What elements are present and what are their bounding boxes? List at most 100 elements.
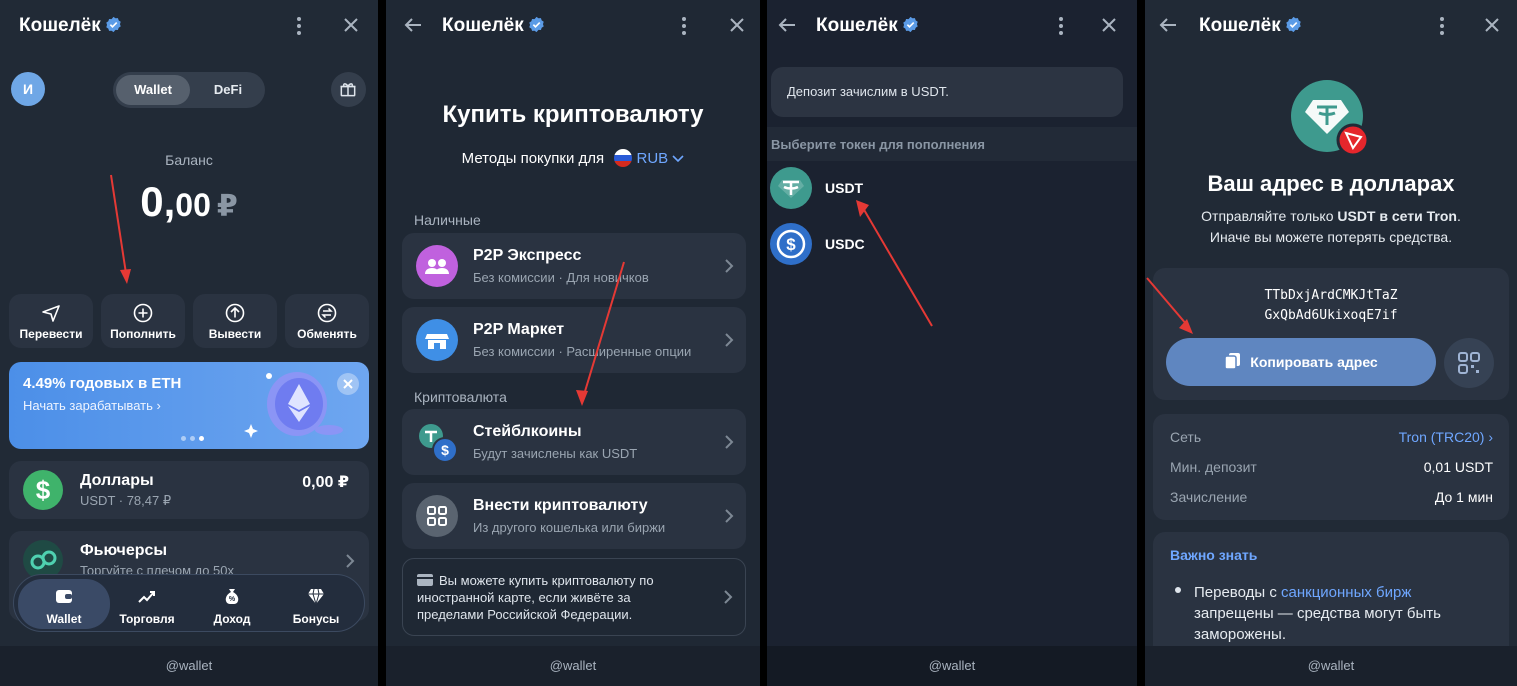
- topup-button[interactable]: Пополнить: [101, 294, 185, 348]
- more-menu-icon[interactable]: [1432, 15, 1452, 37]
- row-subtitle: Без комиссии · Для новичков: [473, 270, 649, 285]
- back-arrow-icon[interactable]: [1157, 14, 1179, 36]
- nav-income[interactable]: % Доход: [186, 579, 278, 629]
- network-link[interactable]: Tron (TRC20) ›: [1399, 429, 1493, 445]
- segment-wallet[interactable]: Wallet: [116, 75, 190, 105]
- info-key: Мин. депозит: [1170, 459, 1257, 475]
- earn-banner[interactable]: 4.49% годовых в ETH Начать зарабатывать …: [9, 362, 369, 449]
- row-subtitle: Без комиссии · Расширенные опции: [473, 344, 692, 359]
- window-title: Кошелёк: [1199, 15, 1302, 37]
- copy-address-button[interactable]: Копировать адрес: [1166, 338, 1436, 386]
- store-icon: [416, 319, 458, 361]
- usdt-tron-icon: [1291, 80, 1370, 157]
- arrow-up-circle-icon: [225, 303, 245, 323]
- plus-circle-icon: [133, 303, 153, 323]
- nav-wallet[interactable]: Wallet: [18, 579, 110, 629]
- more-menu-icon[interactable]: [1051, 15, 1071, 37]
- balance-amount: 0,00 ₽: [140, 178, 238, 225]
- banner-title: 4.49% годовых в ETH: [23, 375, 182, 392]
- russia-flag-icon: [614, 149, 633, 167]
- svg-text:$: $: [441, 442, 449, 458]
- info-value: До 1 мин: [1434, 489, 1493, 505]
- asset-name: Доллары: [80, 472, 154, 489]
- address-card: TTbDxjArdCMKJtTaZ GxQbAd6UkixoqE7if Копи…: [1153, 268, 1509, 400]
- buy-crypto-panel: Кошелёк Купить криптовалюту Методы покуп…: [386, 0, 760, 686]
- currency-label: RUB: [636, 150, 669, 167]
- banner-link[interactable]: Начать зарабатывать ›: [23, 398, 161, 413]
- section-crypto: Криптовалюта: [414, 389, 507, 405]
- foreign-card-note[interactable]: Вы можете купить криптовалюту по иностра…: [402, 558, 746, 636]
- exchange-icon: [317, 303, 337, 323]
- deposit-info-card: Сеть Tron (TRC20) › Мин. депозит 0,01 US…: [1153, 414, 1509, 520]
- exchange-button[interactable]: Обменять: [285, 294, 369, 348]
- withdraw-button[interactable]: Вывести: [193, 294, 277, 348]
- more-menu-icon[interactable]: [674, 15, 694, 37]
- important-text: Переводы с санкционных бирж запрещены — …: [1194, 584, 1441, 643]
- send-icon: [42, 305, 60, 322]
- row-title: P2P Экспресс: [473, 247, 582, 264]
- row-stablecoins[interactable]: $ Стейблкоины Будут зачислены как USDT: [402, 409, 746, 475]
- network-warning: Отправляйте только USDT в сети Tron. Ина…: [1201, 208, 1461, 245]
- copy-icon: [1224, 353, 1241, 370]
- nav-label: Wallet: [46, 612, 82, 626]
- gift-button[interactable]: [331, 72, 366, 107]
- back-arrow-icon[interactable]: [402, 14, 424, 36]
- qr-code-icon: [416, 495, 458, 537]
- avatar[interactable]: И: [11, 72, 45, 106]
- banner-close-button[interactable]: [337, 373, 359, 395]
- row-p2p-express[interactable]: P2P Экспресс Без комиссии · Для новичков: [402, 233, 746, 299]
- window-title: Кошелёк: [442, 15, 545, 37]
- page-title: Купить криптовалюту: [442, 101, 704, 128]
- bottom-nav: Wallet Торговля % Доход Бонусы: [13, 574, 365, 632]
- choose-token-panel: Кошелёк Депозит зачислим в USDT. Выберит…: [767, 0, 1137, 686]
- nav-trade[interactable]: Торговля: [101, 579, 193, 629]
- nav-bonuses[interactable]: Бонусы: [270, 579, 362, 629]
- qr-code-icon: [1458, 352, 1480, 374]
- wallet-address[interactable]: TTbDxjArdCMKJtTaZ GxQbAd6UkixoqE7if: [1153, 286, 1509, 326]
- more-menu-icon[interactable]: [289, 15, 309, 37]
- window-title: Кошелёк: [816, 15, 919, 37]
- segment-defi[interactable]: DeFi: [193, 75, 263, 105]
- wallet-icon: [56, 590, 72, 603]
- chevron-right-icon: [346, 554, 355, 568]
- page-title: Ваш адрес в долларах: [1207, 171, 1455, 196]
- back-arrow-icon[interactable]: [776, 14, 798, 36]
- send-button[interactable]: Перевести: [9, 294, 93, 348]
- close-icon: [343, 379, 353, 389]
- nav-label: Бонусы: [292, 612, 340, 626]
- show-qr-button[interactable]: [1444, 338, 1494, 388]
- top-bar: Кошелёк: [1145, 0, 1517, 52]
- exchange-label: Обменять: [297, 327, 357, 341]
- purchase-methods-row: Методы покупки для RUB: [386, 149, 760, 167]
- verified-icon: [106, 16, 121, 33]
- row-deposit-crypto[interactable]: Внести криптовалюту Из другого кошелька …: [402, 483, 746, 549]
- verified-icon: [903, 16, 918, 33]
- asset-value: 0,00 ₽: [302, 474, 349, 491]
- token-name: USDT: [825, 180, 864, 196]
- currency-selector[interactable]: RUB: [614, 149, 684, 167]
- token-usdt[interactable]: USDT: [767, 166, 1137, 212]
- important-title: Важно знать: [1170, 547, 1258, 563]
- deposit-note: Депозит зачислим в USDT.: [771, 67, 1123, 117]
- close-icon[interactable]: [342, 16, 360, 34]
- note-text: Вы можете купить криптовалюту по иностра…: [417, 573, 654, 622]
- window-title: Кошелёк: [19, 15, 122, 37]
- bullet: [1175, 587, 1181, 593]
- close-icon[interactable]: [1100, 16, 1118, 34]
- chevron-right-icon: [725, 509, 734, 523]
- wallet-home-panel: Кошелёк И Wallet DeFi Баланс 0,00 ₽ Перев…: [0, 0, 378, 686]
- send-label: Перевести: [19, 327, 83, 341]
- close-icon[interactable]: [1483, 16, 1501, 34]
- sanctioned-exchanges-link[interactable]: санкционных бирж: [1281, 584, 1411, 601]
- token-usdc[interactable]: $ USDC: [767, 222, 1137, 268]
- token-section-header: Выберите токен для пополнения: [767, 127, 1137, 161]
- topup-label: Пополнить: [110, 327, 176, 341]
- verified-icon: [529, 16, 544, 33]
- row-p2p-market[interactable]: P2P Маркет Без комиссии · Расширенные оп…: [402, 307, 746, 373]
- row-title: P2P Маркет: [473, 321, 565, 338]
- asset-dollars[interactable]: $ Доллары USDT · 78,47 ₽ 0,00 ₽: [9, 461, 369, 519]
- choose-token-label: Выберите токен для пополнения: [771, 137, 985, 152]
- close-icon[interactable]: [728, 16, 746, 34]
- stablecoins-icon: $: [416, 421, 460, 465]
- chevron-right-icon: [725, 333, 734, 347]
